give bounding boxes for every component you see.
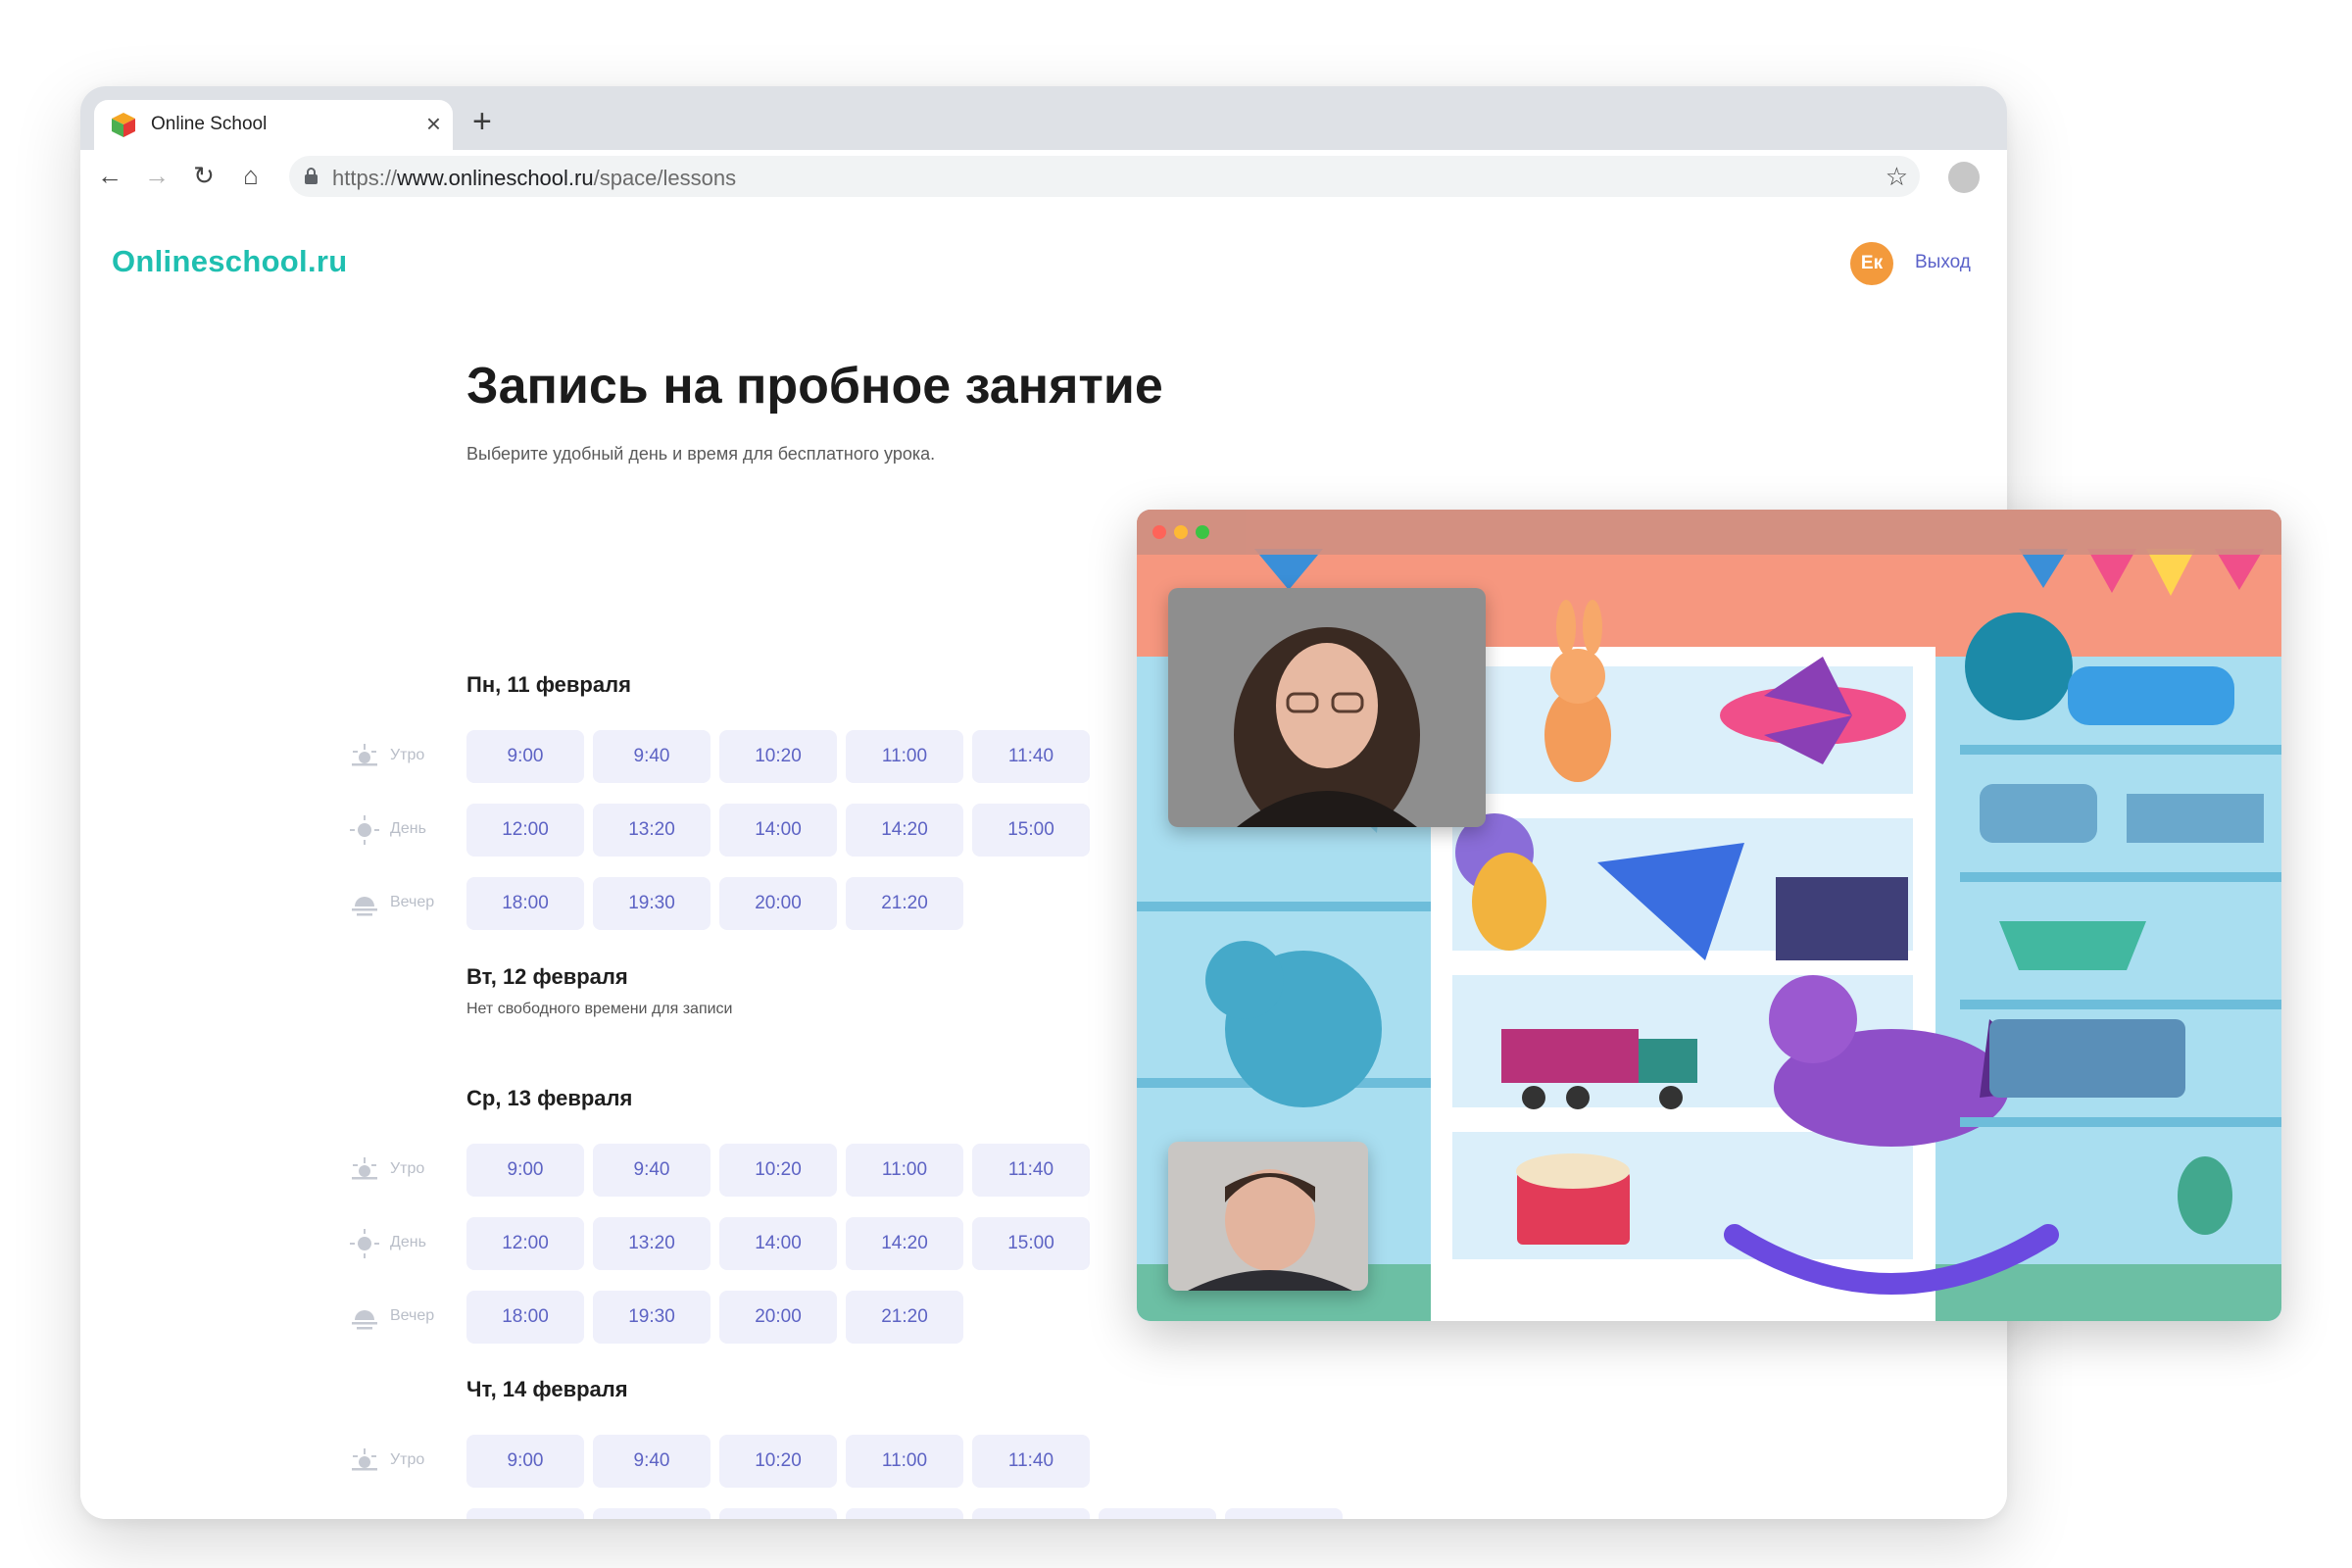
cube-icon — [112, 113, 135, 137]
time-slot-button[interactable]: 11:40 — [972, 1435, 1090, 1488]
sunrise-icon — [352, 1448, 377, 1471]
time-slot-button[interactable]: 21:20 — [846, 877, 963, 930]
time-slot-button[interactable]: 21:20 — [846, 1291, 963, 1344]
close-dot-icon[interactable] — [1152, 525, 1166, 539]
time-slot-button[interactable]: 14:00 — [719, 1217, 837, 1270]
period-text: Утро — [390, 747, 425, 763]
time-slot-button[interactable]: 9:00 — [466, 1435, 584, 1488]
time-slot-button[interactable]: 13:20 — [593, 1217, 710, 1270]
time-slot-button[interactable]: 10:20 — [719, 1435, 837, 1488]
page-title: Запись на пробное занятие — [466, 358, 1163, 415]
lock-icon — [305, 168, 318, 184]
plus-icon[interactable]: + — [472, 104, 492, 139]
period-text: День — [390, 1234, 426, 1250]
teacher-video-frame — [1168, 588, 1486, 827]
site-logo[interactable]: Onlineschool.ru — [112, 244, 347, 279]
time-slot-button[interactable]: 10:20 — [719, 1144, 837, 1197]
time-slot-button[interactable]: 9:40 — [593, 1435, 710, 1488]
close-icon[interactable]: × — [426, 109, 441, 138]
time-slot-button[interactable]: 17:20 — [1225, 1508, 1343, 1519]
time-slot-button[interactable]: 11:00 — [846, 1144, 963, 1197]
student-video — [1168, 1142, 1368, 1291]
time-slot-button[interactable]: 11:40 — [972, 1144, 1090, 1197]
time-slot-button[interactable]: 13:20 — [593, 804, 710, 857]
profile-avatar-icon[interactable] — [1948, 162, 1980, 193]
address-bar[interactable]: https://www.onlineschool.ru/space/lesson… — [289, 156, 1920, 197]
period-text: Вечер — [390, 894, 435, 910]
day-title: Чт, 14 февраля — [466, 1377, 628, 1401]
time-slot-button[interactable]: 10:20 — [719, 730, 837, 783]
time-slot-button[interactable]: 14:20 — [846, 804, 963, 857]
url-text: https://www.onlineschool.ru/space/lesson… — [332, 166, 737, 190]
period-label-day: День — [345, 1508, 466, 1519]
day-no-slots-note: Нет свободного времени для записи — [466, 1001, 733, 1017]
time-slot-button[interactable]: 11:40 — [972, 730, 1090, 783]
period-label-evening: Вечер — [345, 1291, 466, 1344]
time-slot-button[interactable]: 12:00 — [466, 804, 584, 857]
time-slot-button[interactable]: 15:00 — [972, 804, 1090, 857]
period-label-morning: Утро — [345, 730, 466, 783]
time-slot-button[interactable]: 16:40 — [1099, 1508, 1216, 1519]
star-icon[interactable]: ☆ — [1886, 163, 1908, 190]
period-label-morning: Утро — [345, 1144, 466, 1197]
window-titlebar — [1137, 510, 2281, 555]
time-slot-button[interactable]: 15:00 — [972, 1508, 1090, 1519]
home-icon[interactable]: ⌂ — [235, 160, 267, 191]
time-slot-button[interactable]: 15:00 — [972, 1217, 1090, 1270]
time-slot-button[interactable]: 19:30 — [593, 877, 710, 930]
sunset-icon — [352, 1310, 377, 1330]
period-label-day: День — [345, 804, 466, 857]
sunrise-icon — [352, 1157, 377, 1180]
time-slot-button[interactable]: 12:00 — [466, 1508, 584, 1519]
period-text: Утро — [390, 1160, 425, 1177]
time-slot-button[interactable]: 14:00 — [719, 1508, 837, 1519]
time-slot-button[interactable]: 19:30 — [593, 1291, 710, 1344]
tab-title: Online School — [151, 114, 268, 134]
time-slot-button[interactable]: 20:00 — [719, 877, 837, 930]
maximize-dot-icon[interactable] — [1196, 525, 1209, 539]
time-slot-button[interactable]: 9:40 — [593, 1144, 710, 1197]
teacher-video — [1168, 588, 1486, 827]
day-title: Ср, 13 февраля — [466, 1086, 633, 1110]
time-slot-button[interactable]: 9:00 — [466, 730, 584, 783]
sunset-icon — [352, 897, 377, 916]
period-label-evening: Вечер — [345, 877, 466, 930]
period-text: Вечер — [390, 1307, 435, 1324]
time-slot-button[interactable]: 14:20 — [846, 1508, 963, 1519]
sunrise-icon — [352, 744, 377, 766]
video-lesson-window — [1137, 510, 2281, 1321]
time-slot-button[interactable]: 12:00 — [466, 1217, 584, 1270]
time-slot-button[interactable]: 14:00 — [719, 804, 837, 857]
browser-tab[interactable]: Online School × — [94, 100, 453, 150]
time-slot-button[interactable]: 9:00 — [466, 1144, 584, 1197]
day-title: Пн, 11 февраля — [466, 672, 631, 697]
time-slot-button[interactable]: 9:40 — [593, 730, 710, 783]
time-slot-button[interactable]: 11:00 — [846, 1435, 963, 1488]
back-arrow-icon[interactable]: ← — [94, 160, 125, 191]
sun-icon — [350, 815, 379, 845]
time-slot-button[interactable]: 18:00 — [466, 877, 584, 930]
page-subtitle: Выберите удобный день и время для беспла… — [466, 444, 936, 464]
period-text: День — [390, 820, 426, 837]
time-slot-button[interactable]: 13:20 — [593, 1508, 710, 1519]
user-avatar[interactable]: Ек — [1850, 242, 1893, 285]
time-slot-button[interactable]: 14:20 — [846, 1217, 963, 1270]
student-video-frame — [1168, 1142, 1368, 1291]
tab-bar: Online School × + — [80, 86, 2007, 150]
logout-link[interactable]: Выход — [1915, 252, 1971, 273]
time-slot-button[interactable]: 11:00 — [846, 730, 963, 783]
forward-arrow-icon[interactable]: → — [141, 160, 172, 191]
minimize-dot-icon[interactable] — [1174, 525, 1188, 539]
period-text: Утро — [390, 1451, 425, 1468]
period-label-day: День — [345, 1217, 466, 1270]
reload-icon[interactable]: ↻ — [188, 160, 220, 191]
day-title: Вт, 12 февраля — [466, 964, 628, 989]
time-slot-button[interactable]: 20:00 — [719, 1291, 837, 1344]
browser-toolbar: ← → ↻ ⌂ https://www.onlineschool.ru/spac… — [80, 150, 2007, 206]
sun-icon — [350, 1229, 379, 1258]
time-slot-button[interactable]: 18:00 — [466, 1291, 584, 1344]
period-label-morning: Утро — [345, 1435, 466, 1488]
